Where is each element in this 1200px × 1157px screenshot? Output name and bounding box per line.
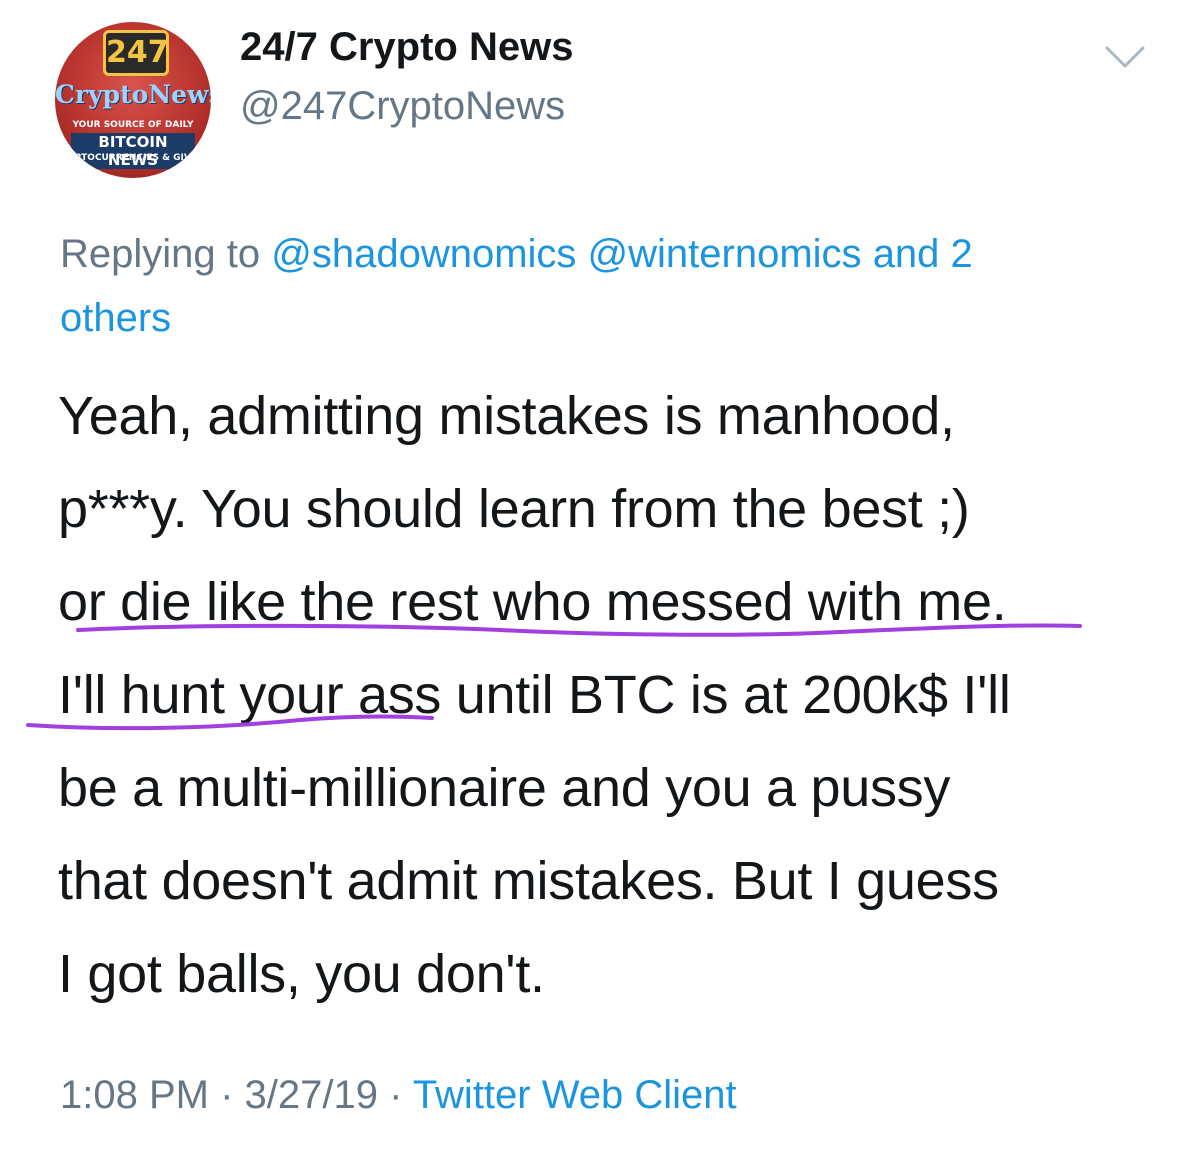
tweet-date[interactable]: 3/27/19 — [245, 1073, 378, 1117]
tweet-line: that doesn't admit mistakes. But I guess — [58, 851, 999, 911]
replying-to-label: Replying to — [60, 232, 272, 276]
avatar-tagline-main: BITCOIN NEWS — [71, 133, 195, 169]
avatar-tagline: YOUR SOURCE OF DAILY — [72, 120, 194, 130]
tweet-time[interactable]: 1:08 PM — [60, 1073, 209, 1117]
chevron-down-icon[interactable] — [1103, 42, 1147, 72]
separator: · — [377, 1073, 413, 1117]
avatar-tagline-sub: CRYPTOCURRENCIES & GIVEAWAYS — [55, 153, 211, 163]
others-link-text: others — [60, 296, 172, 340]
tweet-line: Yeah, admitting mistakes is manhood, — [58, 386, 955, 446]
tweet-line: be a multi-millionaire and you a pussy — [58, 758, 951, 818]
tweet-line: I got balls, you don't. — [58, 944, 545, 1004]
avatar-number: 247 — [103, 30, 169, 76]
tweet-line: I'll hunt your ass until BTC is at 200k$… — [58, 665, 1011, 725]
avatar-brand: CryptoNews — [55, 80, 211, 109]
tweet-meta: 1:08 PM · 3/27/19 · Twitter Web Client — [60, 1073, 737, 1118]
tweet-line: p***y. You should learn from the best ;) — [58, 479, 970, 539]
source-client-link[interactable]: Twitter Web Client — [413, 1073, 737, 1117]
tweet-line: or die like the rest who messed with me. — [58, 572, 1007, 632]
others-link-text: and 2 — [872, 232, 973, 276]
mention-link[interactable]: @winternomics — [588, 232, 862, 276]
tweet-text: Yeah, admitting mistakes is manhood, p**… — [58, 370, 1168, 1021]
user-handle[interactable]: @247CryptoNews — [240, 84, 565, 129]
avatar[interactable]: 247 CryptoNews YOUR SOURCE OF DAILY BITC… — [55, 22, 211, 178]
mention-link[interactable]: @shadownomics — [271, 232, 576, 276]
separator: · — [208, 1073, 245, 1117]
replying-to: Replying to @shadownomics @winternomics … — [60, 222, 1160, 350]
display-name[interactable]: 24/7 Crypto News — [240, 25, 573, 70]
